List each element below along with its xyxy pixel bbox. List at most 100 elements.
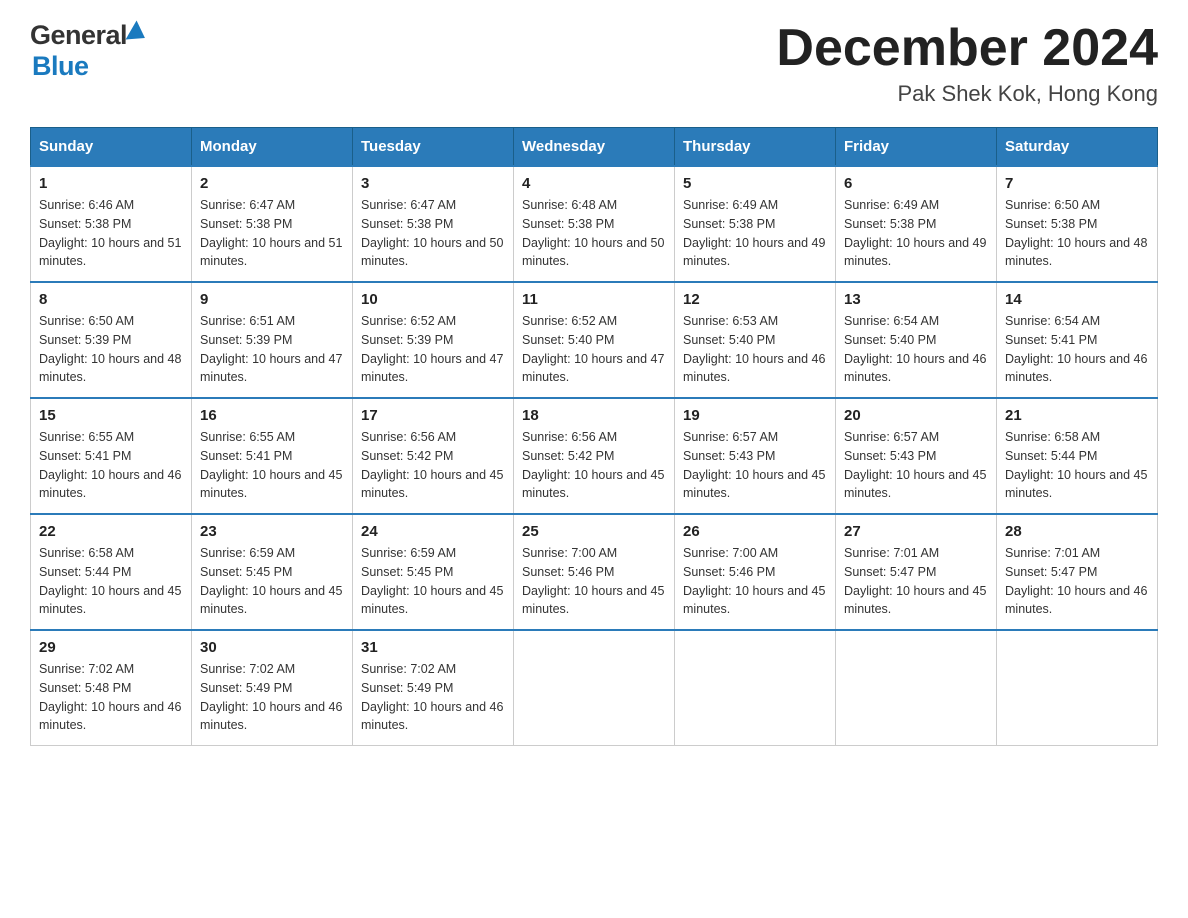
calendar-day-cell (675, 630, 836, 746)
calendar-day-cell: 23 Sunrise: 6:59 AMSunset: 5:45 PMDaylig… (192, 514, 353, 630)
day-info: Sunrise: 6:57 AMSunset: 5:43 PMDaylight:… (683, 430, 825, 500)
calendar-day-cell: 5 Sunrise: 6:49 AMSunset: 5:38 PMDayligh… (675, 166, 836, 282)
day-info: Sunrise: 6:50 AMSunset: 5:39 PMDaylight:… (39, 314, 181, 384)
day-number: 16 (200, 407, 344, 424)
col-tuesday: Tuesday (353, 128, 514, 167)
day-info: Sunrise: 6:58 AMSunset: 5:44 PMDaylight:… (39, 546, 181, 616)
col-friday: Friday (836, 128, 997, 167)
logo: General Blue (30, 20, 146, 82)
location-subtitle: Pak Shek Kok, Hong Kong (776, 81, 1158, 107)
day-info: Sunrise: 7:02 AMSunset: 5:48 PMDaylight:… (39, 662, 181, 732)
day-number: 29 (39, 639, 183, 656)
day-number: 22 (39, 523, 183, 540)
calendar-week-row: 22 Sunrise: 6:58 AMSunset: 5:44 PMDaylig… (31, 514, 1158, 630)
day-number: 13 (844, 291, 988, 308)
day-number: 25 (522, 523, 666, 540)
day-number: 10 (361, 291, 505, 308)
calendar-day-cell: 29 Sunrise: 7:02 AMSunset: 5:48 PMDaylig… (31, 630, 192, 746)
col-saturday: Saturday (997, 128, 1158, 167)
day-number: 17 (361, 407, 505, 424)
calendar-day-cell (997, 630, 1158, 746)
day-info: Sunrise: 7:01 AMSunset: 5:47 PMDaylight:… (844, 546, 986, 616)
day-info: Sunrise: 6:55 AMSunset: 5:41 PMDaylight:… (200, 430, 342, 500)
calendar-day-cell: 1 Sunrise: 6:46 AMSunset: 5:38 PMDayligh… (31, 166, 192, 282)
calendar-day-cell: 6 Sunrise: 6:49 AMSunset: 5:38 PMDayligh… (836, 166, 997, 282)
day-info: Sunrise: 6:54 AMSunset: 5:41 PMDaylight:… (1005, 314, 1147, 384)
calendar-week-row: 29 Sunrise: 7:02 AMSunset: 5:48 PMDaylig… (31, 630, 1158, 746)
day-number: 6 (844, 175, 988, 192)
day-info: Sunrise: 6:47 AMSunset: 5:38 PMDaylight:… (200, 198, 342, 268)
day-info: Sunrise: 7:00 AMSunset: 5:46 PMDaylight:… (683, 546, 825, 616)
logo-general-text: General (30, 20, 127, 51)
calendar-day-cell: 16 Sunrise: 6:55 AMSunset: 5:41 PMDaylig… (192, 398, 353, 514)
page-header: General Blue December 2024 Pak Shek Kok,… (30, 20, 1158, 107)
day-number: 9 (200, 291, 344, 308)
day-number: 18 (522, 407, 666, 424)
day-info: Sunrise: 6:56 AMSunset: 5:42 PMDaylight:… (361, 430, 503, 500)
calendar-week-row: 15 Sunrise: 6:55 AMSunset: 5:41 PMDaylig… (31, 398, 1158, 514)
logo-arrow-icon (126, 20, 151, 47)
day-number: 11 (522, 291, 666, 308)
day-number: 3 (361, 175, 505, 192)
calendar-day-cell: 8 Sunrise: 6:50 AMSunset: 5:39 PMDayligh… (31, 282, 192, 398)
day-info: Sunrise: 6:48 AMSunset: 5:38 PMDaylight:… (522, 198, 664, 268)
day-info: Sunrise: 6:56 AMSunset: 5:42 PMDaylight:… (522, 430, 664, 500)
calendar-day-cell: 14 Sunrise: 6:54 AMSunset: 5:41 PMDaylig… (997, 282, 1158, 398)
day-number: 5 (683, 175, 827, 192)
day-info: Sunrise: 7:02 AMSunset: 5:49 PMDaylight:… (200, 662, 342, 732)
day-number: 12 (683, 291, 827, 308)
col-sunday: Sunday (31, 128, 192, 167)
day-number: 24 (361, 523, 505, 540)
col-wednesday: Wednesday (514, 128, 675, 167)
col-monday: Monday (192, 128, 353, 167)
day-number: 30 (200, 639, 344, 656)
day-number: 23 (200, 523, 344, 540)
day-info: Sunrise: 6:47 AMSunset: 5:38 PMDaylight:… (361, 198, 503, 268)
calendar-day-cell: 30 Sunrise: 7:02 AMSunset: 5:49 PMDaylig… (192, 630, 353, 746)
day-info: Sunrise: 6:49 AMSunset: 5:38 PMDaylight:… (683, 198, 825, 268)
day-number: 4 (522, 175, 666, 192)
day-info: Sunrise: 6:52 AMSunset: 5:40 PMDaylight:… (522, 314, 664, 384)
calendar-day-cell: 4 Sunrise: 6:48 AMSunset: 5:38 PMDayligh… (514, 166, 675, 282)
day-number: 21 (1005, 407, 1149, 424)
calendar-day-cell: 27 Sunrise: 7:01 AMSunset: 5:47 PMDaylig… (836, 514, 997, 630)
day-number: 28 (1005, 523, 1149, 540)
day-number: 14 (1005, 291, 1149, 308)
day-info: Sunrise: 6:49 AMSunset: 5:38 PMDaylight:… (844, 198, 986, 268)
calendar-day-cell: 31 Sunrise: 7:02 AMSunset: 5:49 PMDaylig… (353, 630, 514, 746)
day-info: Sunrise: 6:50 AMSunset: 5:38 PMDaylight:… (1005, 198, 1147, 268)
calendar-day-cell: 20 Sunrise: 6:57 AMSunset: 5:43 PMDaylig… (836, 398, 997, 514)
calendar-day-cell: 25 Sunrise: 7:00 AMSunset: 5:46 PMDaylig… (514, 514, 675, 630)
calendar-day-cell: 2 Sunrise: 6:47 AMSunset: 5:38 PMDayligh… (192, 166, 353, 282)
calendar-day-cell: 21 Sunrise: 6:58 AMSunset: 5:44 PMDaylig… (997, 398, 1158, 514)
day-info: Sunrise: 6:54 AMSunset: 5:40 PMDaylight:… (844, 314, 986, 384)
day-info: Sunrise: 6:52 AMSunset: 5:39 PMDaylight:… (361, 314, 503, 384)
calendar-day-cell: 19 Sunrise: 6:57 AMSunset: 5:43 PMDaylig… (675, 398, 836, 514)
calendar-day-cell: 15 Sunrise: 6:55 AMSunset: 5:41 PMDaylig… (31, 398, 192, 514)
day-info: Sunrise: 6:46 AMSunset: 5:38 PMDaylight:… (39, 198, 181, 268)
calendar-day-cell: 7 Sunrise: 6:50 AMSunset: 5:38 PMDayligh… (997, 166, 1158, 282)
day-number: 2 (200, 175, 344, 192)
calendar-day-cell: 3 Sunrise: 6:47 AMSunset: 5:38 PMDayligh… (353, 166, 514, 282)
day-number: 31 (361, 639, 505, 656)
calendar-day-cell: 28 Sunrise: 7:01 AMSunset: 5:47 PMDaylig… (997, 514, 1158, 630)
day-info: Sunrise: 6:55 AMSunset: 5:41 PMDaylight:… (39, 430, 181, 500)
calendar-day-cell (514, 630, 675, 746)
col-thursday: Thursday (675, 128, 836, 167)
calendar-day-cell: 10 Sunrise: 6:52 AMSunset: 5:39 PMDaylig… (353, 282, 514, 398)
calendar-day-cell: 13 Sunrise: 6:54 AMSunset: 5:40 PMDaylig… (836, 282, 997, 398)
day-info: Sunrise: 7:02 AMSunset: 5:49 PMDaylight:… (361, 662, 503, 732)
day-number: 8 (39, 291, 183, 308)
month-title: December 2024 (776, 20, 1158, 77)
logo-blue-text: Blue (30, 51, 89, 81)
calendar-day-cell: 18 Sunrise: 6:56 AMSunset: 5:42 PMDaylig… (514, 398, 675, 514)
calendar-day-cell (836, 630, 997, 746)
day-info: Sunrise: 6:53 AMSunset: 5:40 PMDaylight:… (683, 314, 825, 384)
day-info: Sunrise: 6:59 AMSunset: 5:45 PMDaylight:… (361, 546, 503, 616)
day-info: Sunrise: 7:00 AMSunset: 5:46 PMDaylight:… (522, 546, 664, 616)
calendar-day-cell: 12 Sunrise: 6:53 AMSunset: 5:40 PMDaylig… (675, 282, 836, 398)
calendar-day-cell: 11 Sunrise: 6:52 AMSunset: 5:40 PMDaylig… (514, 282, 675, 398)
calendar-week-row: 1 Sunrise: 6:46 AMSunset: 5:38 PMDayligh… (31, 166, 1158, 282)
day-number: 27 (844, 523, 988, 540)
calendar-day-cell: 22 Sunrise: 6:58 AMSunset: 5:44 PMDaylig… (31, 514, 192, 630)
